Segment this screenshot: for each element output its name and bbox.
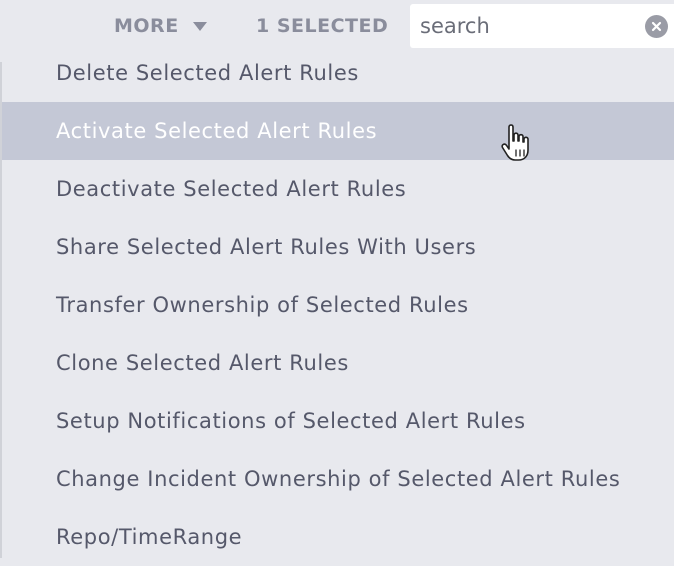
search-box [410, 4, 674, 48]
menu-item-change-incident-ownership[interactable]: Change Incident Ownership of Selected Al… [2, 450, 674, 508]
search-input[interactable] [420, 4, 640, 48]
menu-item-repo-timerange[interactable]: Repo/TimeRange [2, 508, 674, 566]
more-actions-menu: Delete Selected Alert Rules Activate Sel… [2, 44, 674, 566]
selected-count-label: 1 SELECTED [256, 15, 389, 37]
caret-down-icon [192, 21, 207, 31]
menu-item-delete-selected[interactable]: Delete Selected Alert Rules [2, 44, 674, 102]
menu-item-clone-selected[interactable]: Clone Selected Alert Rules [2, 334, 674, 392]
menu-item-share-with-users[interactable]: Share Selected Alert Rules With Users [2, 218, 674, 276]
menu-item-transfer-ownership[interactable]: Transfer Ownership of Selected Rules [2, 276, 674, 334]
menu-item-deactivate-selected[interactable]: Deactivate Selected Alert Rules [2, 160, 674, 218]
menu-item-activate-selected[interactable]: Activate Selected Alert Rules [2, 102, 674, 160]
more-label: MORE [114, 15, 179, 37]
more-dropdown-button[interactable]: MORE [114, 12, 207, 40]
clear-circle-icon[interactable] [645, 15, 668, 38]
menu-item-setup-notifications[interactable]: Setup Notifications of Selected Alert Ru… [2, 392, 674, 450]
